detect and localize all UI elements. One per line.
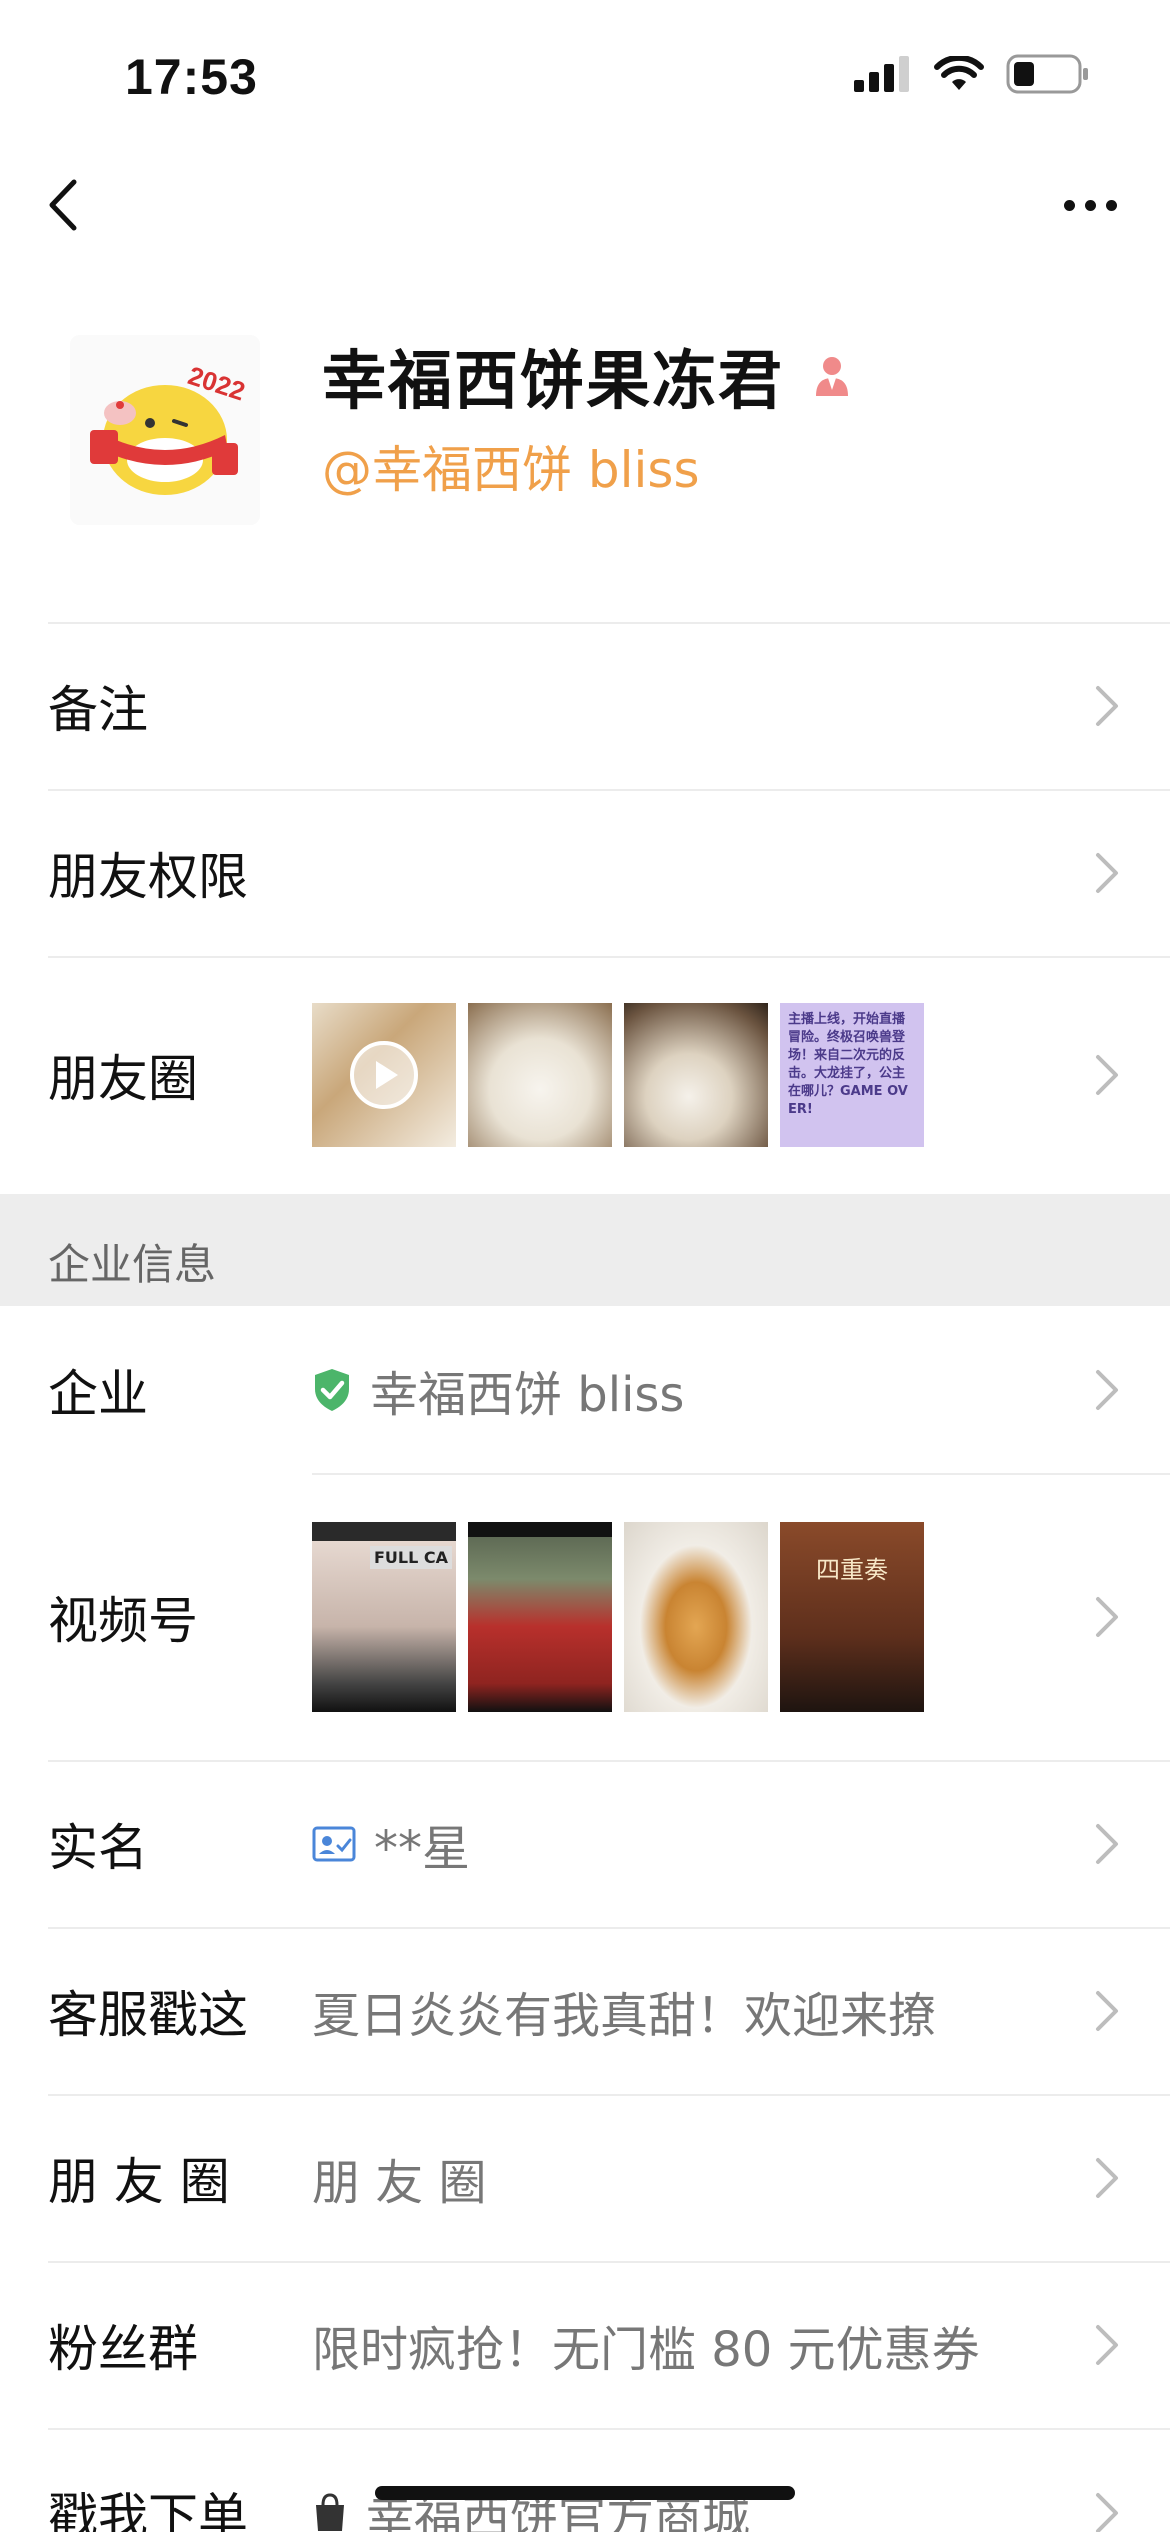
status-icons [854, 54, 1090, 94]
battery-icon [1006, 54, 1088, 94]
moments-thumbnail-text: 主播上线，开始直播冒险。终极召唤兽登场！来自二次元的反击。大龙挂了，公主在哪儿？… [780, 1003, 924, 1147]
contact-profile-screen: 17:53 2022 幸福西饼果冻君 @幸福西饼 bliss 备注 朋友权限 朋… [0, 0, 1170, 2532]
cellular-signal-icon [854, 56, 909, 92]
real-name-value: **星 [374, 1820, 471, 1877]
gender-badge-icon [816, 357, 848, 396]
row-order[interactable]: 戳我下单 幸福西饼官方商城 [0, 2428, 1170, 2532]
row-customer-service[interactable]: 客服戳这 夏日炎炎有我真甜！欢迎来撩 [0, 1927, 1170, 2094]
chevron-right-icon [1096, 1369, 1118, 1410]
home-indicator[interactable] [375, 2486, 795, 2500]
chevron-right-icon [1096, 852, 1118, 893]
row-label: 朋友圈 [48, 1050, 198, 1108]
section-title: 企业信息 [48, 1240, 217, 1289]
channels-thumbnail[interactable]: FULL CA [312, 1521, 456, 1712]
navigation-bar [0, 160, 1170, 250]
row-label: 朋 友 圈 [48, 2152, 230, 2211]
moments-thumbnail[interactable]: 主播上线，开始直播冒险。终极召唤兽登场！来自二次元的反击。大龙挂了，公主在哪儿？… [780, 1003, 924, 1147]
more-options-button[interactable] [1050, 180, 1130, 230]
mascot-avatar-icon: 2022 [70, 335, 260, 525]
section-header-enterprise: 企业信息 [0, 1194, 1170, 1306]
status-time: 17:53 [125, 49, 258, 105]
avatar[interactable]: 2022 [70, 335, 260, 525]
chevron-right-icon [1096, 1990, 1118, 2031]
row-label: 客服戳这 [48, 1985, 248, 2044]
row-label: 企业 [48, 1364, 148, 1423]
row-value: 夏日炎炎有我真甜！欢迎来撩 [312, 1987, 937, 2044]
chevron-right-icon [1096, 2493, 1118, 2532]
row-value: 限时疯抢！无门槛 80 元优惠券 [312, 2321, 980, 2378]
channels-thumbnail[interactable] [468, 1521, 612, 1712]
moments-thumbnail[interactable] [624, 1003, 768, 1147]
mall-bag-icon [316, 2493, 344, 2531]
channels-thumbnail-text: 四重奏 [816, 1555, 888, 1584]
divider [48, 956, 1170, 958]
divider [48, 2428, 1170, 2430]
wifi-icon [934, 56, 984, 90]
row-enterprise[interactable]: 企业 幸福西饼 bliss [0, 1306, 1170, 1473]
divider [48, 1927, 1170, 1929]
row-friend-permission[interactable]: 朋友权限 [0, 789, 1170, 956]
more-dot-icon [1063, 199, 1075, 211]
profile-header: 2022 幸福西饼果冻君 @幸福西饼 bliss [0, 310, 1170, 610]
row-real-name[interactable]: 实名 **星 [0, 1760, 1170, 1927]
row-moments[interactable]: 朋友圈 主播上线，开始直播冒险。终极召唤兽登场！来自二次元的反击。大龙挂了，公主… [0, 956, 1170, 1194]
moments-thumbnail[interactable] [312, 1003, 456, 1147]
more-dot-icon [1084, 199, 1096, 211]
moments-thumbnail[interactable] [468, 1003, 612, 1147]
divider [48, 789, 1170, 791]
row-value: 幸福西饼 bliss [312, 1355, 684, 1425]
row-value: 朋 友 圈 [312, 2154, 487, 2211]
chevron-right-icon [1096, 2324, 1118, 2365]
back-button[interactable] [40, 170, 90, 240]
divider [48, 1760, 1170, 1762]
row-moments-link[interactable]: 朋 友 圈 朋 友 圈 [0, 2094, 1170, 2261]
chevron-left-icon [49, 179, 77, 231]
row-fan-group[interactable]: 粉丝群 限时疯抢！无门槛 80 元优惠券 [0, 2261, 1170, 2428]
moments-thumbnails: 主播上线，开始直播冒险。终极召唤兽登场！来自二次元的反击。大龙挂了，公主在哪儿？… [312, 1003, 924, 1147]
chevron-right-icon [1096, 2157, 1118, 2198]
more-dot-icon [1105, 199, 1117, 211]
channels-thumbnail-text: FULL CA [369, 1545, 452, 1569]
row-label: 视频号 [48, 1591, 198, 1650]
channels-thumbnail[interactable] [624, 1521, 768, 1712]
divider [48, 2094, 1170, 2096]
divider [312, 1473, 1170, 1475]
enterprise-name: 幸福西饼 bliss [370, 1366, 685, 1423]
divider [48, 2261, 1170, 2263]
row-label: 朋友权限 [48, 847, 248, 906]
row-label: 实名 [48, 1818, 148, 1877]
verified-shield-icon [315, 1368, 349, 1411]
channels-thumbnails: FULL CA 四重奏 [312, 1521, 924, 1712]
divider [48, 622, 1170, 624]
display-name: 幸福西饼果冻君 [322, 345, 784, 419]
chevron-right-icon [1096, 1596, 1118, 1637]
row-label: 戳我下单 [48, 2488, 248, 2532]
status-bar: 17:53 [0, 0, 1170, 150]
chevron-right-icon [1096, 1823, 1118, 1864]
profile-rows: 备注 朋友权限 朋友圈 主播上线，开始直播冒险。终极召唤兽登场！来自二次元的反击… [0, 622, 1170, 2532]
play-video-icon [350, 1041, 418, 1109]
row-label: 粉丝群 [48, 2319, 198, 2378]
id-card-icon [312, 1826, 356, 1861]
row-value: **星 [312, 1809, 470, 1879]
chevron-right-icon [1096, 685, 1118, 726]
enterprise-handle: @幸福西饼 bliss [322, 441, 700, 499]
chevron-right-icon [1096, 1055, 1118, 1095]
name-row: 幸福西饼果冻君 [322, 330, 856, 422]
row-remark[interactable]: 备注 [0, 622, 1170, 789]
channels-thumbnail[interactable]: 四重奏 [780, 1521, 924, 1712]
row-label: 备注 [48, 680, 148, 739]
row-channels[interactable]: 视频号 FULL CA 四重奏 [0, 1473, 1170, 1760]
